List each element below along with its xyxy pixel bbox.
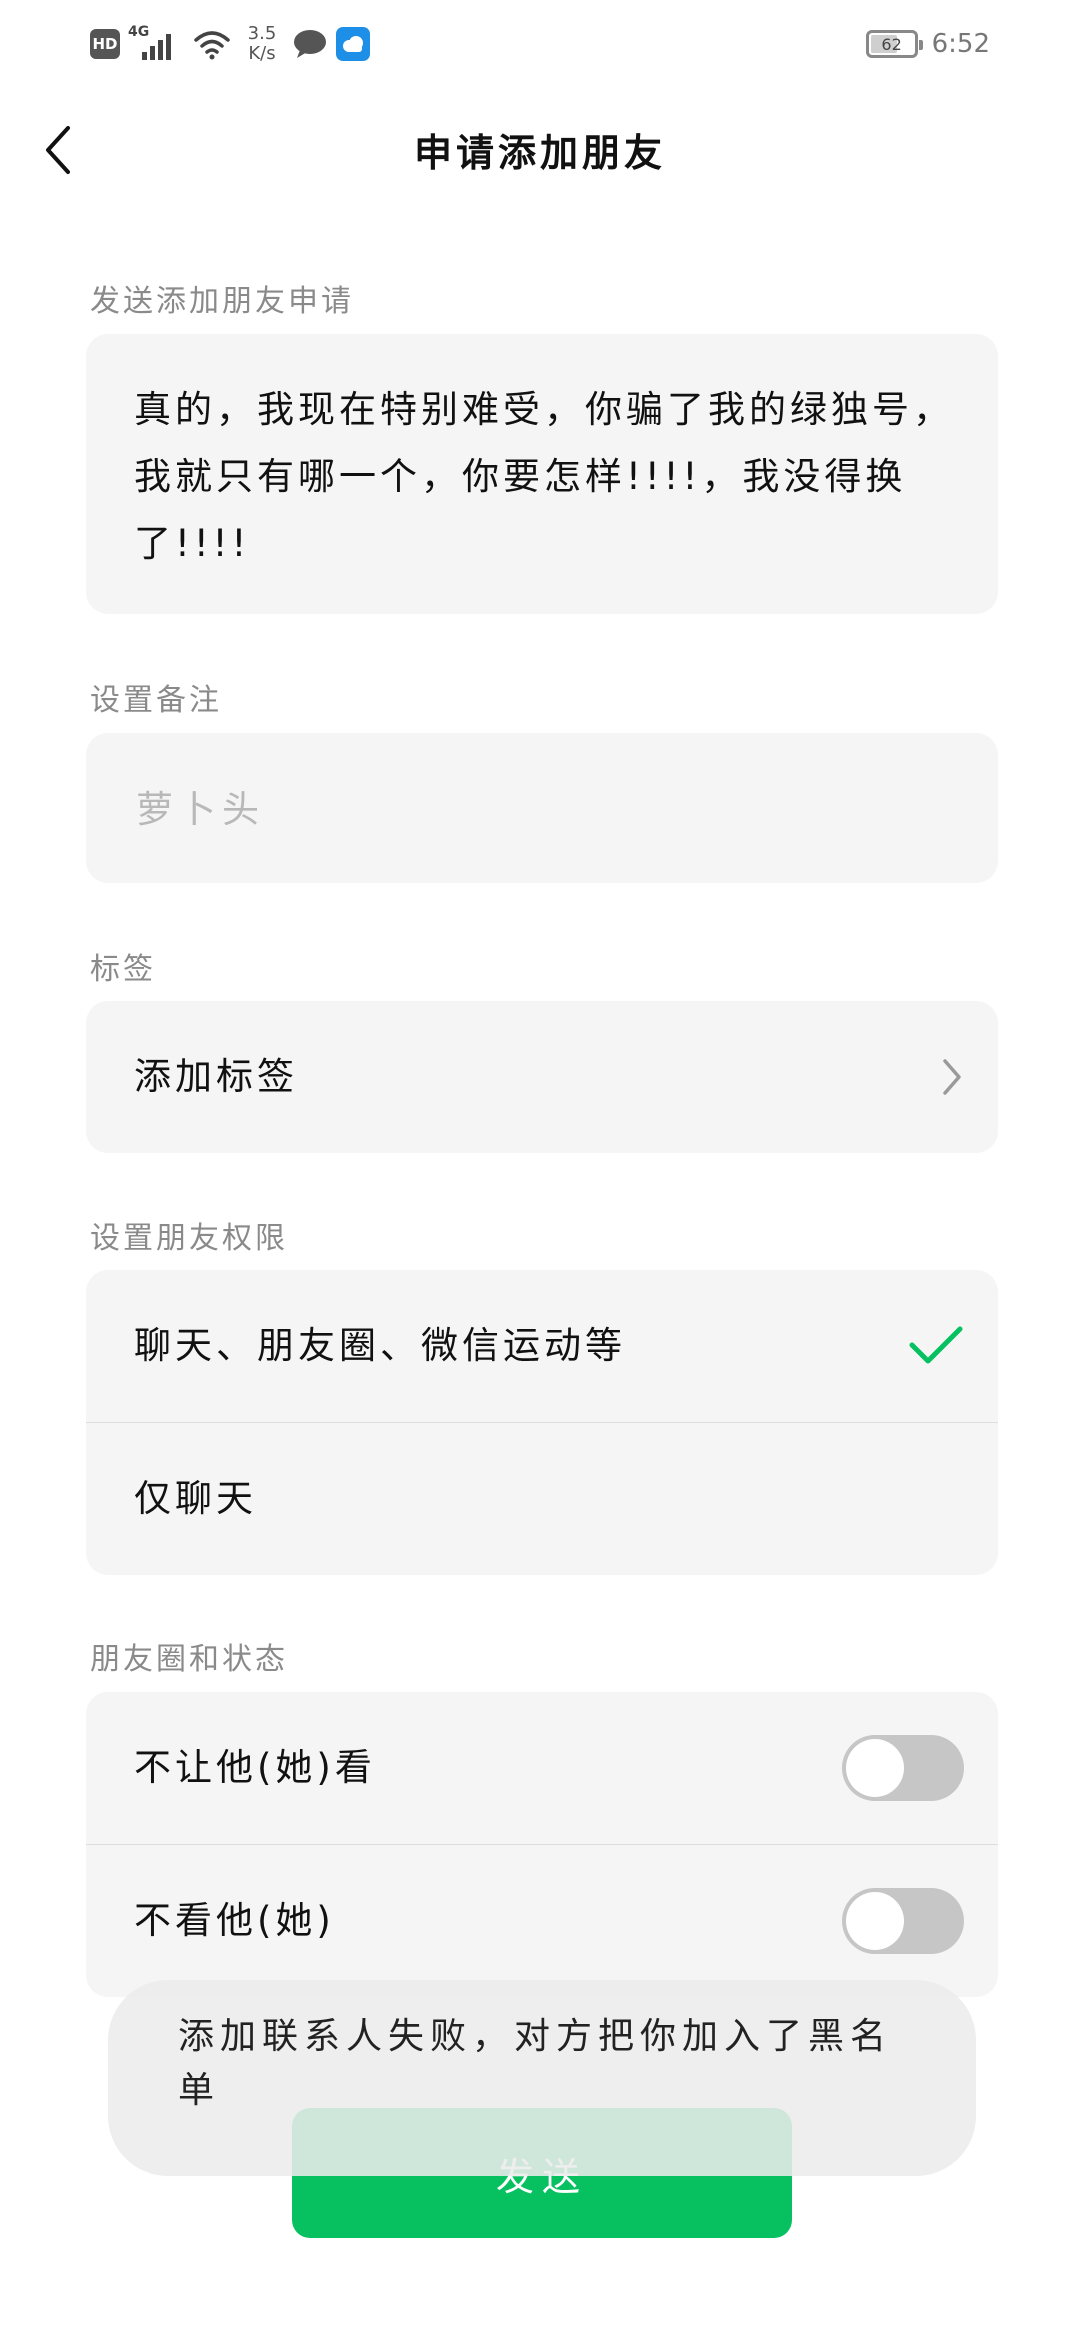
toggle-knob <box>846 1739 904 1797</box>
moments-row-label: 不看他(她) <box>134 1899 335 1942</box>
request-message-field[interactable]: 真的，我现在特别难受，你骗了我的绿独号，我就只有哪一个，你要怎样!!!!，我没得… <box>86 334 998 614</box>
nav-bar: 申请添加朋友 <box>0 100 1080 200</box>
request-message-label: 发送添加朋友申请 <box>90 284 354 319</box>
network-speed: 3.5 K/s <box>240 24 284 64</box>
add-tag-label: 添加标签 <box>134 1055 298 1098</box>
battery-level: 62 <box>881 34 902 54</box>
error-toast-text: 添加联系人失败，对方把你加入了黑名单 <box>178 2016 893 2111</box>
add-friend-request-screen: HD 4G 3.5 K/s 62 6:52 申请添加朋友 发送添加朋友申请 真的… <box>0 0 1080 2340</box>
permission-option-chat-only[interactable]: 仅聊天 <box>86 1422 998 1575</box>
permission-option-label: 聊天、朋友圈、微信运动等 <box>134 1324 626 1367</box>
remark-field[interactable] <box>86 733 998 883</box>
status-bar-left: HD 4G 3.5 K/s <box>90 20 370 68</box>
moments-list: 不让他(她)看 不看他(她) <box>86 1692 998 1997</box>
chevron-right-icon <box>943 1059 961 1095</box>
hide-their-moments-toggle[interactable] <box>842 1888 964 1954</box>
moments-row-label: 不让他(她)看 <box>134 1746 376 1789</box>
speed-value: 3.5 <box>247 23 277 44</box>
status-time: 6:52 <box>931 29 990 59</box>
error-toast: 添加联系人失败，对方把你加入了黑名单 <box>108 1980 976 2176</box>
signal-bars <box>142 34 171 60</box>
weather-app-icon <box>336 27 370 61</box>
cellular-signal-icon: 4G <box>128 24 184 62</box>
permission-option-label: 仅聊天 <box>134 1477 257 1520</box>
remark-label: 设置备注 <box>90 683 222 718</box>
status-bar: HD 4G 3.5 K/s 62 6:52 <box>0 0 1080 90</box>
moments-row-hide-theirs: 不看他(她) <box>86 1844 998 1997</box>
message-notification-icon <box>292 28 328 60</box>
moments-row-control <box>842 1845 964 1997</box>
status-bar-right: 62 6:52 <box>865 22 990 66</box>
moments-label: 朋友圈和状态 <box>90 1642 288 1677</box>
wifi-icon <box>192 28 232 60</box>
request-message-text[interactable]: 真的，我现在特别难受，你骗了我的绿独号，我就只有哪一个，你要怎样!!!!，我没得… <box>134 376 958 577</box>
page-title: 申请添加朋友 <box>413 131 666 175</box>
permission-option-all[interactable]: 聊天、朋友圈、微信运动等 <box>86 1270 998 1422</box>
moments-row-hide-mine: 不让他(她)看 <box>86 1692 998 1844</box>
checkmark-icon <box>909 1326 963 1364</box>
hd-badge: HD <box>90 29 120 59</box>
remark-input[interactable] <box>134 733 938 883</box>
permissions-list: 聊天、朋友圈、微信运动等 仅聊天 <box>86 1270 998 1575</box>
permissions-label: 设置朋友权限 <box>90 1221 288 1256</box>
tags-label: 标签 <box>90 952 156 987</box>
hide-my-moments-toggle[interactable] <box>842 1735 964 1801</box>
permission-check <box>908 1270 964 1422</box>
battery-icon: 62 <box>865 30 923 58</box>
add-tag-row[interactable]: 添加标签 <box>86 1001 998 1153</box>
add-tag-arrow <box>940 1001 964 1153</box>
add-tag-button[interactable]: 添加标签 <box>86 1001 998 1153</box>
toggle-knob <box>846 1892 904 1950</box>
speed-unit: K/s <box>248 43 276 64</box>
moments-row-control <box>842 1692 964 1844</box>
